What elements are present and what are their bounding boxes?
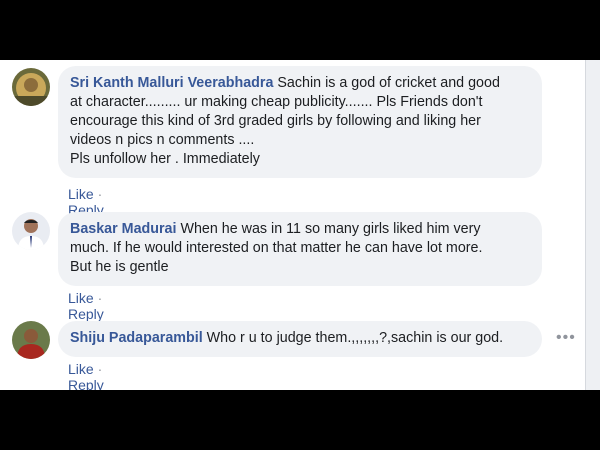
reply-link[interactable]: Reply bbox=[68, 306, 104, 322]
separator: · bbox=[97, 186, 103, 202]
comment-author[interactable]: Baskar Madurai bbox=[70, 221, 176, 237]
separator: · bbox=[97, 290, 103, 306]
comment-text-line: at character......... ur making cheap pu… bbox=[70, 94, 483, 110]
comment-text-line: much. If he would interested on that mat… bbox=[70, 240, 483, 256]
like-link[interactable]: Like bbox=[68, 361, 94, 377]
comment-author[interactable]: Sri Kanth Malluri Veerabhadra bbox=[70, 75, 273, 91]
comment-author[interactable]: Shiju Padaparambil bbox=[70, 330, 203, 346]
right-sidebar-edge bbox=[585, 60, 600, 390]
comment-text-line: But he is gentle bbox=[70, 259, 169, 275]
like-link[interactable]: Like bbox=[68, 290, 94, 306]
avatar[interactable] bbox=[12, 212, 50, 250]
comment-text-line: encourage this kind of 3rd graded girls … bbox=[70, 113, 481, 129]
avatar-image bbox=[12, 68, 50, 106]
like-link[interactable]: Like bbox=[68, 186, 94, 202]
comment-bubble: Baskar Madurai When he was in 11 so many… bbox=[58, 212, 542, 286]
comment-text-line: Pls unfollow her . Immediately bbox=[70, 151, 260, 167]
comment-text-line: Sachin is a god of cricket and good bbox=[273, 75, 500, 91]
avatar[interactable] bbox=[12, 68, 50, 106]
comment-bubble: Sri Kanth Malluri Veerabhadra Sachin is … bbox=[58, 66, 542, 178]
comment-text-line: When he was in 11 so many girls liked hi… bbox=[176, 221, 481, 237]
comment-text-line: videos n pics n comments .... bbox=[70, 132, 255, 148]
avatar-image bbox=[12, 321, 50, 359]
avatar[interactable] bbox=[12, 321, 50, 359]
separator: · bbox=[97, 361, 103, 377]
comment-text-line: Who r u to judge them.,,,,,,,?,sachin is… bbox=[202, 330, 504, 346]
avatar-image bbox=[12, 212, 50, 250]
more-horizontal-icon[interactable]: ••• bbox=[556, 329, 576, 347]
comment-bubble: Shiju Padaparambil Who r u to judge them… bbox=[58, 321, 542, 357]
reply-link[interactable]: Reply bbox=[68, 377, 104, 390]
comment-actions: Like · Reply · 20m bbox=[68, 361, 104, 390]
comments-panel: Sri Kanth Malluri Veerabhadra Sachin is … bbox=[0, 60, 600, 390]
